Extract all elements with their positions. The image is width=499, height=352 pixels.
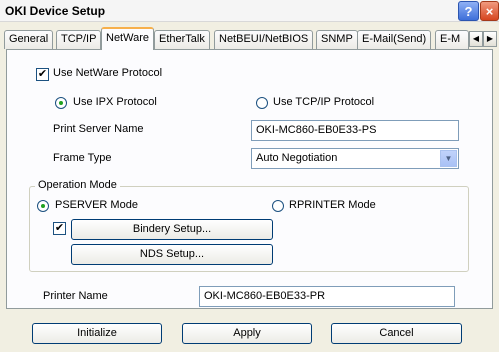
- tab-general[interactable]: General: [4, 30, 54, 49]
- window-title: OKI Device Setup: [5, 4, 106, 18]
- operation-mode-title: Operation Mode: [35, 179, 120, 191]
- printer-name-label: Printer Name: [43, 290, 108, 302]
- rprinter-label: RPRINTER Mode: [289, 199, 376, 211]
- tab-netware[interactable]: NetWare: [101, 27, 154, 50]
- apply-button[interactable]: Apply: [182, 323, 312, 344]
- frame-type-label: Frame Type: [53, 152, 112, 164]
- frame-type-select[interactable]: Auto Negotiation ▼: [251, 148, 459, 169]
- bindery-setup-button[interactable]: Bindery Setup...: [71, 219, 273, 240]
- use-netware-label: Use NetWare Protocol: [53, 67, 163, 79]
- rprinter-radio[interactable]: [272, 200, 284, 212]
- tcpip-label: Use TCP/IP Protocol: [273, 96, 375, 108]
- use-netware-checkbox[interactable]: ✔: [36, 68, 49, 81]
- initialize-button[interactable]: Initialize: [32, 323, 162, 344]
- cancel-button[interactable]: Cancel: [331, 323, 462, 344]
- tab-strip: General TCP/IP NetWare EtherTalk NetBEUI…: [4, 27, 499, 50]
- netware-panel: ✔ Use NetWare Protocol Use IPX Protocol …: [6, 49, 493, 309]
- print-server-name-field[interactable]: OKI-MC860-EB0E33-PS: [251, 120, 459, 141]
- ipx-label: Use IPX Protocol: [73, 96, 157, 108]
- pserver-radio[interactable]: [37, 200, 49, 212]
- tab-scroll-right-icon[interactable]: ▶: [483, 31, 497, 47]
- frame-type-value: Auto Negotiation: [256, 152, 338, 164]
- print-server-name-label: Print Server Name: [53, 123, 144, 135]
- printer-name-field[interactable]: OKI-MC860-EB0E33-PR: [199, 286, 455, 307]
- tab-email-send[interactable]: E-Mail(Send): [357, 30, 432, 49]
- bindery-checkbox[interactable]: ✔: [53, 222, 66, 235]
- tab-snmp[interactable]: SNMP: [316, 30, 358, 49]
- tab-ethertalk[interactable]: EtherTalk: [154, 30, 210, 49]
- close-button[interactable]: ×: [480, 1, 499, 21]
- tab-tcpip[interactable]: TCP/IP: [56, 30, 102, 49]
- chevron-down-icon[interactable]: ▼: [440, 150, 457, 167]
- tab-email-truncated[interactable]: E-M: [435, 30, 469, 49]
- pserver-label: PSERVER Mode: [55, 199, 138, 211]
- nds-setup-button[interactable]: NDS Setup...: [71, 244, 273, 265]
- ipx-radio[interactable]: [55, 97, 67, 109]
- tab-netbeui-netbios[interactable]: NetBEUI/NetBIOS: [214, 30, 314, 49]
- tab-scroll-left-icon[interactable]: ◀: [469, 31, 483, 47]
- help-button[interactable]: ?: [458, 1, 479, 21]
- title-bar: OKI Device Setup ? ×: [0, 0, 499, 22]
- tcpip-radio[interactable]: [256, 97, 268, 109]
- device-setup-window: OKI Device Setup ? × General TCP/IP NetW…: [0, 0, 499, 352]
